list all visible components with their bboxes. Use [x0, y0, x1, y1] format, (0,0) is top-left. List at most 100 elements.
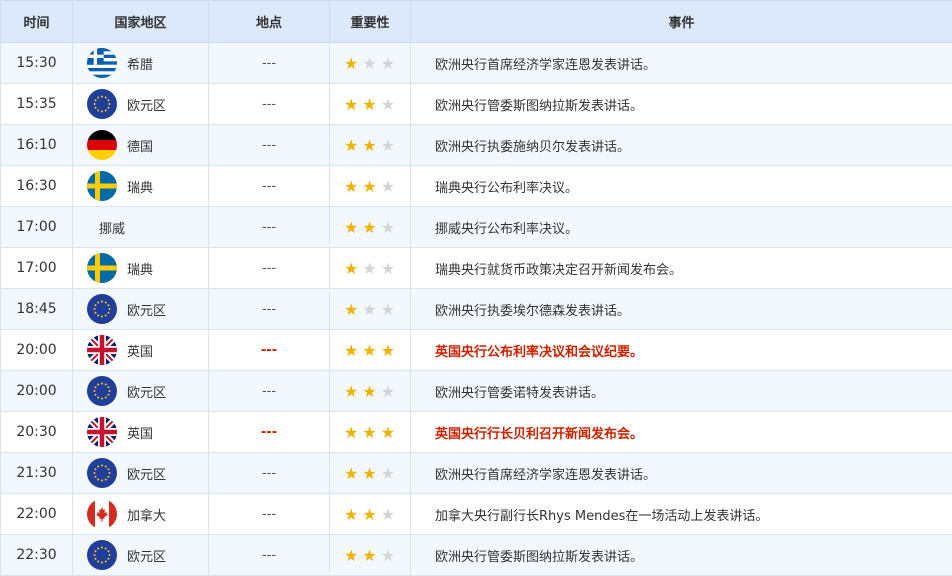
table-row: 21:30 欧元区---★★★欧洲央行首席经济学家连恩发表讲话。: [1, 453, 952, 494]
event-cell: 加拿大央行副行长Rhys Mendes在一场活动上发表讲话。: [411, 494, 952, 535]
eu-flag-icon: [87, 458, 117, 488]
eu-flag-icon: [87, 540, 117, 570]
header-importance: 重要性: [330, 1, 411, 43]
country-name: 德国: [127, 136, 153, 155]
star-filled-icon: ★: [362, 382, 376, 401]
importance-cell: ★★★: [330, 371, 411, 412]
star-empty-icon: ★: [362, 54, 376, 73]
importance-cell: ★★★: [330, 84, 411, 125]
time-cell: 22:30: [1, 535, 73, 576]
table-row: 17:00 瑞典---★★★瑞典央行就货币政策决定召开新闻发布会。: [1, 248, 952, 289]
time-cell: 16:10: [1, 125, 73, 166]
eu-flag-icon: [87, 376, 117, 406]
country-name: 欧元区: [127, 300, 166, 319]
uk-flag-icon: [87, 417, 117, 447]
location-cell: ---: [209, 248, 330, 289]
location-cell: ---: [209, 289, 330, 330]
importance-cell: ★★★: [330, 412, 411, 453]
location-cell: ---: [209, 125, 330, 166]
star-empty-icon: ★: [381, 54, 395, 73]
eu-flag-icon: [87, 294, 117, 324]
table-row: 20:00 欧元区---★★★欧洲央行管委诺特发表讲话。: [1, 371, 952, 412]
star-filled-icon: ★: [344, 136, 358, 155]
star-filled-icon: ★: [362, 546, 376, 565]
country-cell: 英国: [73, 330, 209, 371]
star-filled-icon: ★: [344, 546, 358, 565]
event-cell: 欧洲央行管委斯图纳拉斯发表讲话。: [411, 535, 952, 576]
star-empty-icon: ★: [381, 464, 395, 483]
country-name: 英国: [127, 341, 153, 360]
star-empty-icon: ★: [381, 505, 395, 524]
location-cell: ---: [209, 207, 330, 248]
event-cell: 欧洲央行首席经济学家连恩发表讲话。: [411, 43, 952, 84]
importance-cell: ★★★: [330, 248, 411, 289]
country-name: 瑞典: [127, 177, 153, 196]
canada-flag-icon: [87, 499, 117, 529]
germany-flag-icon: [87, 130, 117, 160]
star-empty-icon: ★: [362, 259, 376, 278]
event-cell: 瑞典央行公布利率决议。: [411, 166, 952, 207]
star-empty-icon: ★: [381, 95, 395, 114]
star-empty-icon: ★: [381, 546, 395, 565]
importance-cell: ★★★: [330, 494, 411, 535]
country-cell: 瑞典: [73, 248, 209, 289]
event-cell: 欧洲央行首席经济学家连恩发表讲话。: [411, 453, 952, 494]
time-cell: 22:00: [1, 494, 73, 535]
star-filled-icon: ★: [344, 382, 358, 401]
star-filled-icon: ★: [362, 177, 376, 196]
event-cell: 英国央行公布利率决议和会议纪要。: [411, 330, 952, 371]
country-cell: 瑞典: [73, 166, 209, 207]
country-cell: 欧元区: [73, 289, 209, 330]
table-row: 22:00 加拿大---★★★加拿大央行副行长Rhys Mendes在一场活动上…: [1, 494, 952, 535]
star-filled-icon: ★: [362, 218, 376, 237]
star-filled-icon: ★: [362, 341, 376, 360]
sweden-flag-icon: [87, 253, 117, 283]
greece-flag-icon: [87, 48, 117, 78]
sweden-flag-icon: [87, 171, 117, 201]
header-country: 国家地区: [73, 1, 209, 43]
flag-placeholder: [87, 212, 89, 242]
location-cell: ---: [209, 412, 330, 453]
importance-cell: ★★★: [330, 43, 411, 84]
country-name: 欧元区: [127, 95, 166, 114]
country-name: 加拿大: [127, 505, 166, 524]
country-name: 欧元区: [127, 464, 166, 483]
star-empty-icon: ★: [381, 218, 395, 237]
star-filled-icon: ★: [381, 423, 395, 442]
importance-cell: ★★★: [330, 125, 411, 166]
star-filled-icon: ★: [344, 300, 358, 319]
star-filled-icon: ★: [362, 464, 376, 483]
country-name: 希腊: [127, 54, 153, 73]
time-cell: 16:30: [1, 166, 73, 207]
country-name: 英国: [127, 423, 153, 442]
table-row: 15:35 欧元区 ---★★★欧洲央行管委斯图纳拉斯发表讲话。: [1, 84, 952, 125]
star-filled-icon: ★: [344, 341, 358, 360]
event-cell: 欧洲央行执委埃尔德森发表讲话。: [411, 289, 952, 330]
location-cell: ---: [209, 84, 330, 125]
time-cell: 15:35: [1, 84, 73, 125]
importance-cell: ★★★: [330, 330, 411, 371]
country-name: 欧元区: [127, 546, 166, 565]
time-cell: 20:30: [1, 412, 73, 453]
importance-cell: ★★★: [330, 289, 411, 330]
star-filled-icon: ★: [344, 423, 358, 442]
uk-flag-icon: [87, 335, 117, 365]
table-body: 15:30 希腊---★★★欧洲央行首席经济学家连恩发表讲话。15:35 欧元区…: [1, 43, 952, 576]
country-name: 瑞典: [127, 259, 153, 278]
star-filled-icon: ★: [344, 177, 358, 196]
star-empty-icon: ★: [381, 300, 395, 319]
country-cell: 德国: [73, 125, 209, 166]
event-cell: 挪威央行公布利率决议。: [411, 207, 952, 248]
event-cell: 欧洲央行管委斯图纳拉斯发表讲话。: [411, 84, 952, 125]
importance-cell: ★★★: [330, 535, 411, 576]
time-cell: 17:00: [1, 248, 73, 289]
star-empty-icon: ★: [381, 177, 395, 196]
star-empty-icon: ★: [362, 300, 376, 319]
star-filled-icon: ★: [362, 136, 376, 155]
table-row: 17:00挪威---★★★挪威央行公布利率决议。: [1, 207, 952, 248]
table-row: 16:10 德国---★★★欧洲央行执委施纳贝尔发表讲话。: [1, 125, 952, 166]
country-cell: 英国: [73, 412, 209, 453]
country-cell: 挪威: [73, 207, 209, 248]
importance-cell: ★★★: [330, 453, 411, 494]
event-cell: 英国央行行长贝利召开新闻发布会。: [411, 412, 952, 453]
